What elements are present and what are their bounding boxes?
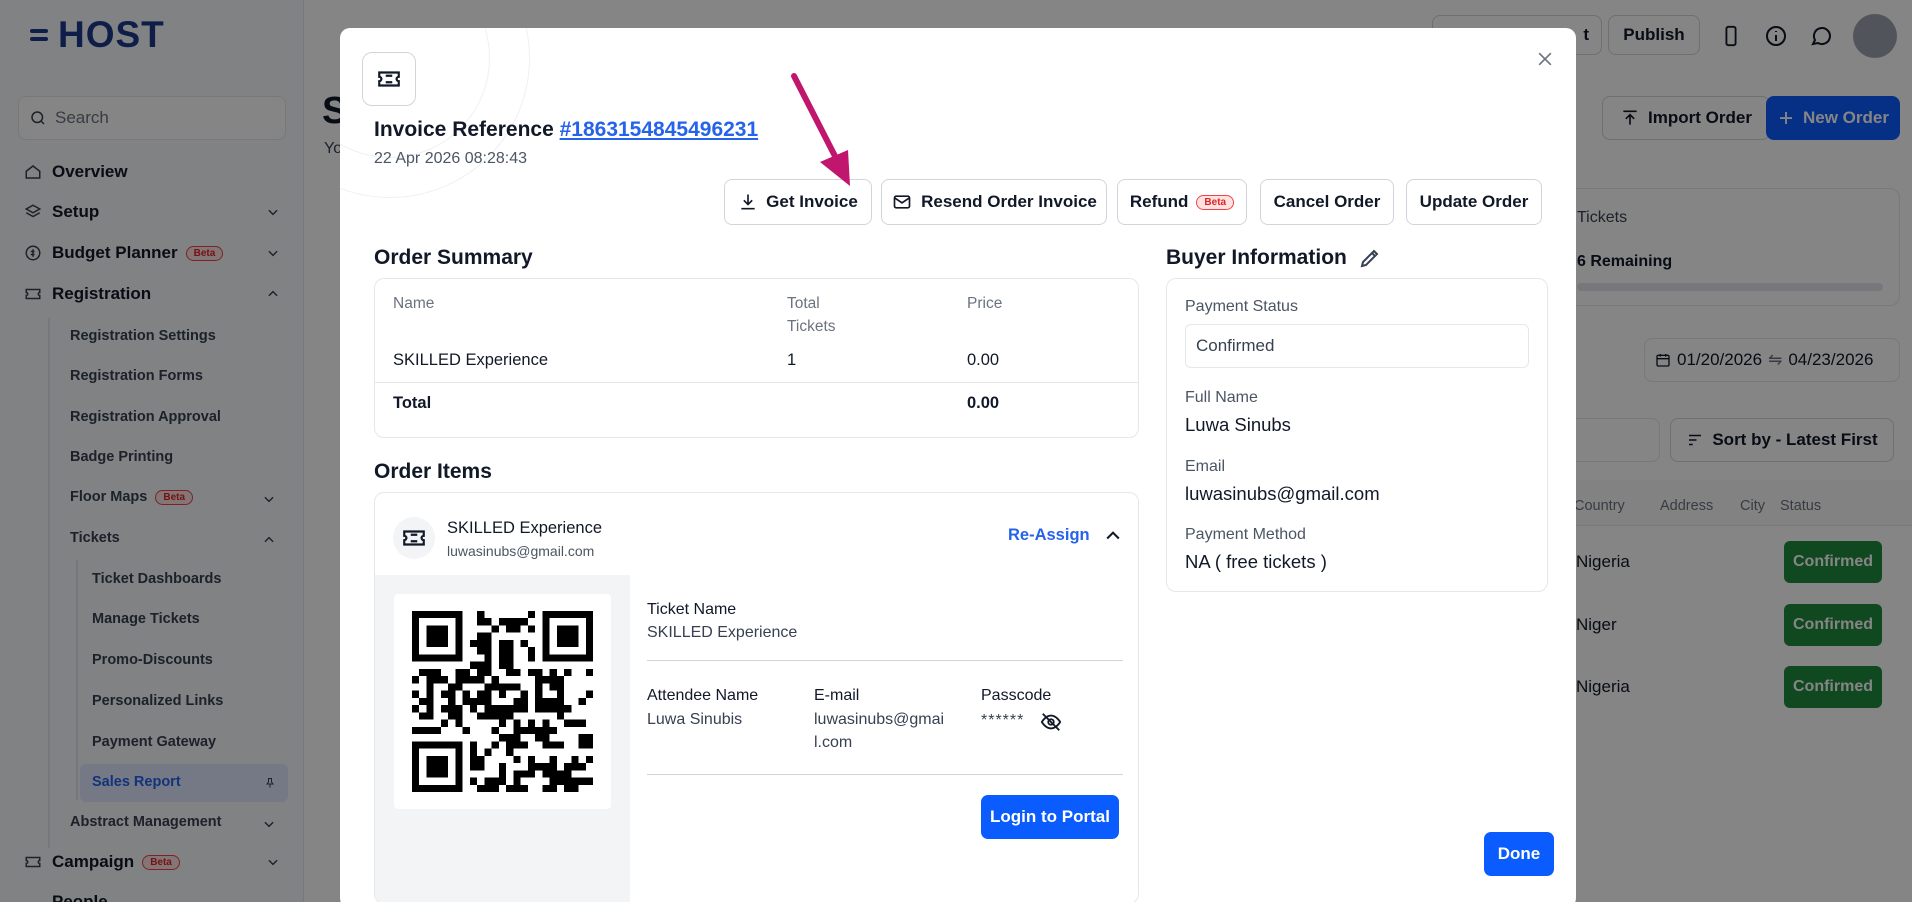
ticket-icon <box>362 52 416 106</box>
refund-label: Refund <box>1129 192 1189 211</box>
login-to-portal-button[interactable]: Login to Portal <box>981 795 1119 839</box>
mail-icon <box>893 195 911 209</box>
invoice-date: 22 Apr 2026 08:28:43 <box>374 150 528 167</box>
resend-label: Resend Order Invoice <box>921 192 1097 211</box>
attendee-label: Attendee Name <box>647 687 759 704</box>
col-name: Name <box>393 295 435 312</box>
refund-button[interactable]: Refund Beta <box>1117 179 1247 225</box>
divider <box>375 382 1138 383</box>
attendee-value: Luwa Sinubis <box>647 711 743 728</box>
divider <box>647 660 1123 661</box>
download-icon <box>741 194 755 210</box>
full-name-value: Luwa Sinubs <box>1185 414 1291 435</box>
order-summary-table: Name Total Tickets Price SKILLED Experie… <box>374 278 1139 438</box>
reassign-link[interactable]: Re-Assign <box>1008 526 1090 545</box>
chevron-up-icon[interactable] <box>1103 526 1123 546</box>
payment-method-label: Payment Method <box>1185 526 1306 543</box>
annotation-arrow-icon <box>791 73 850 186</box>
attendee-email-line2: l.com <box>814 734 853 751</box>
total-value: 0.00 <box>967 394 1000 412</box>
done-label: Done <box>1497 844 1541 863</box>
ticket-name-label: Ticket Name <box>647 601 737 618</box>
col-total-tickets-line2: Tickets <box>787 318 836 335</box>
qr-code-frame <box>394 594 611 809</box>
row-qty: 1 <box>787 351 797 369</box>
qr-code-icon <box>412 611 593 792</box>
resend-invoice-button[interactable]: Resend Order Invoice <box>881 179 1107 225</box>
item-name: SKILLED Experience <box>447 519 603 537</box>
eye-off-icon[interactable] <box>1039 711 1063 733</box>
total-label: Total <box>393 394 432 412</box>
buyer-info-title: Buyer Information <box>1166 246 1347 269</box>
email-value: luwasinubs@gmail.com <box>1185 483 1380 504</box>
get-invoice-label: Get Invoice <box>766 192 858 211</box>
order-summary-title: Order Summary <box>374 246 533 269</box>
payment-status-label: Payment Status <box>1185 298 1298 315</box>
col-total-tickets: Total <box>787 295 820 312</box>
close-button[interactable] <box>1530 44 1560 74</box>
payment-method-value: NA ( free tickets ) <box>1185 551 1327 572</box>
cancel-order-button[interactable]: Cancel Order <box>1260 179 1394 225</box>
invoice-reference: Invoice Reference #1863154845496231 <box>374 118 758 142</box>
done-button[interactable]: Done <box>1484 832 1554 876</box>
full-name-label: Full Name <box>1185 389 1258 406</box>
payment-status-field[interactable]: Confirmed <box>1185 324 1529 368</box>
update-order-button[interactable]: Update Order <box>1406 179 1542 225</box>
order-item-card: SKILLED Experience luwasinubs@gmail.com … <box>374 492 1139 902</box>
ticket-icon <box>393 517 435 559</box>
invoice-ref-link[interactable]: #1863154845496231 <box>560 118 759 141</box>
edit-icon[interactable] <box>1358 246 1382 270</box>
buyer-info-card: Payment Status Confirmed Full Name Luwa … <box>1166 278 1548 592</box>
order-details-modal: Invoice Reference #1863154845496231 22 A… <box>340 28 1576 902</box>
beta-badge: Beta <box>1196 194 1235 210</box>
login-label: Login to Portal <box>990 807 1110 826</box>
passcode-label: Passcode <box>981 687 1052 704</box>
email-label: Email <box>1185 458 1226 475</box>
order-items-title: Order Items <box>374 460 492 483</box>
col-price: Price <box>967 295 1003 312</box>
cancel-order-label: Cancel Order <box>1273 192 1381 211</box>
attendee-email-label: E-mail <box>814 687 860 704</box>
update-order-label: Update Order <box>1419 192 1529 211</box>
row-name: SKILLED Experience <box>393 351 549 369</box>
row-price: 0.00 <box>967 351 1000 369</box>
close-icon <box>1538 52 1552 66</box>
passcode-value: ****** <box>981 712 1025 729</box>
attendee-email-line1: luwasinubs@gmai <box>814 711 945 728</box>
payment-status-value: Confirmed <box>1196 336 1275 355</box>
divider <box>647 774 1123 775</box>
item-email: luwasinubs@gmail.com <box>447 543 595 559</box>
ticket-name-value: SKILLED Experience <box>647 624 798 641</box>
invoice-ref-label: Invoice Reference <box>374 118 554 141</box>
